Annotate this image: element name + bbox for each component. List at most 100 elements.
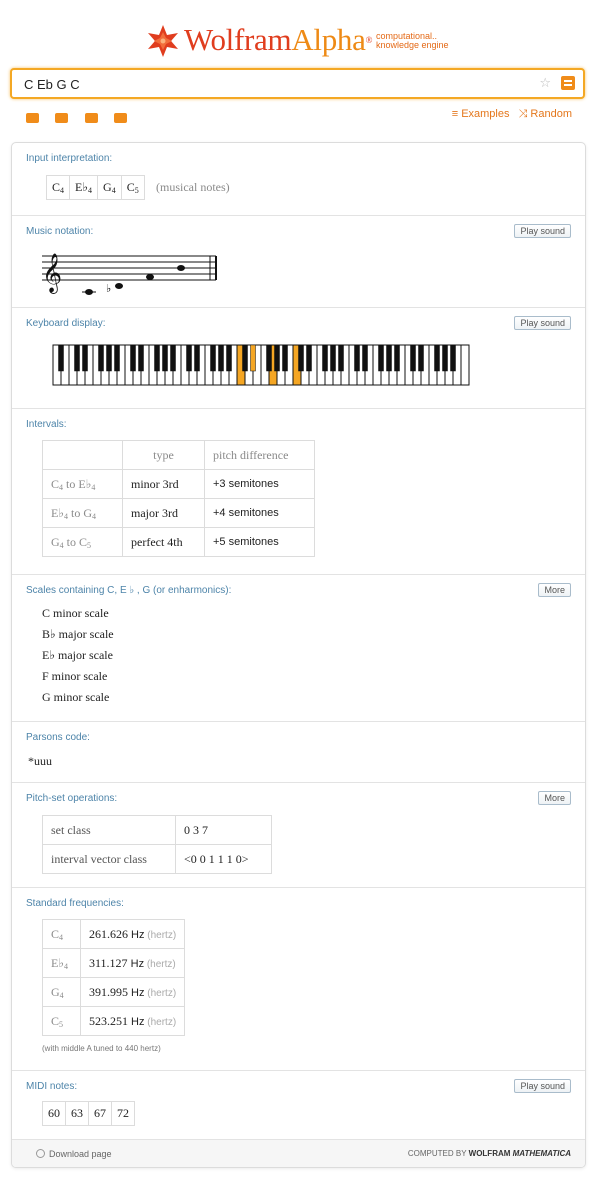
column-header: type: [122, 440, 205, 470]
note-head: [85, 289, 93, 295]
frequency-value-cell: 261.626 Hz (hertz): [79, 919, 186, 949]
black-key: [298, 344, 304, 372]
black-key: [186, 344, 192, 372]
note-label: C4: [52, 180, 65, 195]
table-row: C5 523.251 Hz (hertz): [42, 1006, 186, 1036]
svg-text:♭: ♭: [106, 282, 111, 295]
results-footer: Download page COMPUTED BY WOLFRAM MATHEM…: [12, 1139, 585, 1167]
computed-by-credit[interactable]: COMPUTED BY WOLFRAM MATHEMATICA: [408, 1149, 571, 1158]
download-page-link[interactable]: Download page: [36, 1149, 112, 1159]
note-label: G4: [51, 984, 64, 1000]
to-label: to: [66, 534, 77, 549]
black-key: [434, 344, 440, 372]
black-key: [450, 344, 456, 372]
pod-title: Pitch-set operations:: [26, 793, 118, 804]
parsons-value: *uuu: [28, 754, 52, 768]
pod-pitch-set-operations: Pitch-set operations: More set class 0 3 …: [12, 783, 585, 888]
pitch-set-table: set class 0 3 7 interval vector class <0 0 …: [42, 815, 272, 874]
table-row: C4 261.626 Hz (hertz): [42, 919, 186, 949]
frequency-unit: Hz: [128, 928, 145, 941]
list-item: C minor scale: [42, 606, 109, 620]
black-key: [98, 344, 104, 372]
note-label: G4: [51, 534, 64, 550]
wolframalpha-logo[interactable]: WolframAlpha® computational.. knowledge …: [0, 20, 596, 62]
interval-type-cell: perfect 4th: [122, 527, 205, 557]
list-item: B♭ major scale: [42, 627, 114, 641]
black-key: [378, 344, 384, 372]
interval-notes-cell: E♭4 to G4: [42, 498, 123, 528]
black-key: [338, 344, 344, 372]
pod-title: Parsons code:: [26, 732, 90, 743]
black-key: [386, 344, 392, 372]
table-row: G4 391.995 Hz (hertz): [42, 977, 186, 1007]
more-button[interactable]: More: [538, 583, 571, 597]
table-row: E♭4 311.127 Hz (hertz): [42, 948, 186, 978]
search-go-icon[interactable]: [561, 76, 575, 90]
frequency-value-cell: 311.127 Hz (hertz): [79, 948, 186, 978]
play-sound-button[interactable]: Play sound: [514, 1079, 571, 1093]
pitch-set-label-cell: interval vector class: [42, 844, 176, 874]
random-link[interactable]: ⤨ Random: [519, 108, 572, 120]
black-key: [266, 344, 272, 372]
frequency-value: 311.127: [89, 955, 128, 970]
camera-icon[interactable]: [55, 112, 69, 123]
black-key: [210, 344, 216, 372]
frequency-value: 391.995: [89, 984, 128, 999]
table-row: C4 to E♭4 minor 3rd +3 semitones: [42, 469, 315, 499]
play-sound-button[interactable]: Play sound: [514, 224, 571, 238]
table-row: G4 to C5 perfect 4th +5 semitones: [42, 527, 315, 557]
input-notes-table: C4 E♭4 G4 C5: [45, 175, 145, 200]
interval-notes-cell: G4 to C5: [42, 527, 123, 557]
input-note-cell: E♭4: [69, 175, 99, 200]
black-key: [282, 344, 288, 372]
black-key: [354, 344, 360, 372]
staff-notation: 𝄞 ♭: [42, 253, 217, 295]
keyboard-icon[interactable]: [26, 112, 39, 123]
black-key: [114, 344, 120, 372]
pod-title: Music notation:: [26, 226, 94, 237]
black-key: [154, 344, 160, 372]
black-key: [394, 344, 400, 372]
black-key: [442, 344, 448, 372]
pitch-difference-cell: +3 semitones: [204, 469, 315, 499]
frequency-unit-name: (hertz): [144, 929, 177, 941]
note-head: [146, 274, 154, 280]
pod-title: Intervals:: [26, 419, 67, 430]
midi-value-cell: 67: [88, 1101, 112, 1126]
black-key: [274, 344, 280, 372]
table-row: E♭4 to G4 major 3rd +4 semitones: [42, 498, 315, 528]
midi-value-cell: 63: [65, 1101, 89, 1126]
black-key: [418, 344, 424, 372]
note-head: [115, 283, 123, 289]
search-input[interactable]: [24, 75, 524, 93]
more-button[interactable]: More: [538, 791, 571, 805]
results-card: Input interpretation: C4 E♭4 G4 C5 (musical…: [11, 142, 586, 1168]
pod-keyboard-display: Keyboard display: Play sound: [12, 308, 585, 409]
input-note-cell: C5: [120, 175, 145, 200]
pod-standard-frequencies: Standard frequencies: C4 261.626 Hz (hert…: [12, 888, 585, 1071]
interval-type-cell: minor 3rd: [122, 469, 205, 499]
frequency-unit: Hz: [127, 957, 145, 970]
frequencies-note: (with middle A tuned to 440 hertz): [42, 1044, 161, 1053]
table-row: set class 0 3 7: [42, 815, 272, 845]
data-input-icon[interactable]: [84, 112, 98, 123]
note-label: E♭4: [78, 476, 96, 492]
nav-links: ≡ Examples ⤨ Random: [446, 108, 572, 121]
intervals-table: type pitch difference C4 to E♭4 minor 3rd…: [42, 440, 315, 557]
input-note-cell: G4: [97, 175, 122, 200]
midi-value-cell: 72: [111, 1101, 135, 1126]
black-key: [138, 344, 144, 372]
frequency-value-cell: 523.251 Hz (hertz): [79, 1006, 186, 1036]
note-label: C5: [126, 180, 139, 195]
examples-book-icon[interactable]: [114, 112, 128, 123]
pod-intervals: Intervals: type pitch difference C4 to E…: [12, 409, 585, 575]
interval-type-cell: major 3rd: [122, 498, 205, 528]
pod-title: Keyboard display:: [26, 318, 106, 329]
list-item: G minor scale: [42, 690, 110, 704]
play-sound-button[interactable]: Play sound: [514, 316, 571, 330]
note-label: E♭4: [75, 180, 93, 195]
favorite-star-icon[interactable]: ☆: [539, 75, 551, 91]
black-key: [58, 344, 64, 372]
examples-link[interactable]: ≡ Examples: [452, 108, 510, 120]
note-label: C4: [51, 926, 64, 942]
